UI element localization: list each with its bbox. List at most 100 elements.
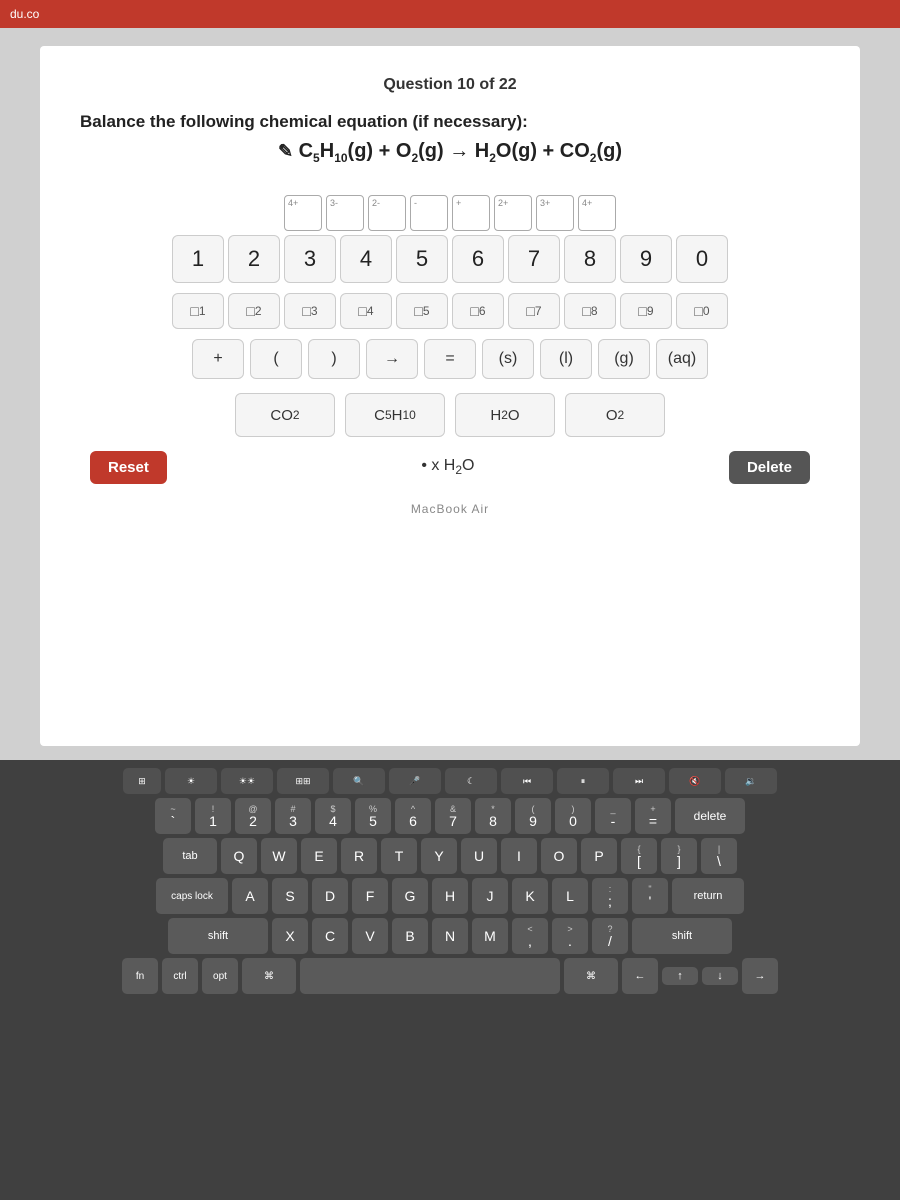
key-8[interactable]: *8	[475, 798, 511, 834]
key-k[interactable]: K	[512, 878, 548, 914]
key-f2[interactable]: ☀☀	[221, 768, 273, 794]
key-bracket-open[interactable]: {[	[621, 838, 657, 874]
num-btn-8[interactable]: 8	[564, 235, 616, 283]
key-arrow-down[interactable]: ↓	[702, 967, 738, 985]
key-slash[interactable]: ?/	[592, 918, 628, 954]
reset-button[interactable]: Reset	[90, 451, 167, 484]
key-w[interactable]: W	[261, 838, 297, 874]
sym-plus[interactable]: +	[192, 339, 244, 379]
key-shift-right[interactable]: shift	[632, 918, 732, 954]
sub-btn-6[interactable]: □6	[452, 293, 504, 329]
key-cmd-right[interactable]: ⌘	[564, 958, 618, 994]
key-arrow-up[interactable]: ↑	[662, 967, 698, 985]
num-btn-6[interactable]: 6	[452, 235, 504, 283]
key-ctrl[interactable]: ctrl	[162, 958, 198, 994]
num-btn-3[interactable]: 3	[284, 235, 336, 283]
coeff-box-4plus[interactable]: 4+	[284, 195, 322, 231]
sub-btn-1[interactable]: □1	[172, 293, 224, 329]
key-t[interactable]: T	[381, 838, 417, 874]
chem-c5h10[interactable]: C5H10	[345, 393, 445, 437]
sub-btn-0[interactable]: □0	[676, 293, 728, 329]
key-1[interactable]: !1	[195, 798, 231, 834]
key-arrow-right[interactable]: →	[742, 958, 778, 994]
key-backslash[interactable]: |\	[701, 838, 737, 874]
key-comma[interactable]: <,	[512, 918, 548, 954]
key-h[interactable]: H	[432, 878, 468, 914]
key-a[interactable]: A	[232, 878, 268, 914]
sym-equals[interactable]: =	[424, 339, 476, 379]
key-u[interactable]: U	[461, 838, 497, 874]
num-btn-7[interactable]: 7	[508, 235, 560, 283]
key-bracket-close[interactable]: }]	[661, 838, 697, 874]
key-f[interactable]: F	[352, 878, 388, 914]
key-4[interactable]: $4	[315, 798, 351, 834]
key-backtick[interactable]: ~`	[155, 798, 191, 834]
key-z[interactable]: X	[272, 918, 308, 954]
num-btn-4[interactable]: 4	[340, 235, 392, 283]
key-caps-lock[interactable]: caps lock	[156, 878, 228, 914]
sub-btn-3[interactable]: □3	[284, 293, 336, 329]
key-cmd-left[interactable]: ⌘	[242, 958, 296, 994]
key-5[interactable]: %5	[355, 798, 391, 834]
key-6[interactable]: ^6	[395, 798, 431, 834]
num-btn-0[interactable]: 0	[676, 235, 728, 283]
key-r[interactable]: R	[341, 838, 377, 874]
key-9[interactable]: (9	[515, 798, 551, 834]
sym-open-paren[interactable]: (	[250, 339, 302, 379]
key-f7[interactable]: ⏮	[501, 768, 553, 794]
key-o[interactable]: O	[541, 838, 577, 874]
coeff-box-2plus[interactable]: 2+	[494, 195, 532, 231]
num-btn-2[interactable]: 2	[228, 235, 280, 283]
key-2[interactable]: @2	[235, 798, 271, 834]
key-i[interactable]: I	[501, 838, 537, 874]
sub-btn-8[interactable]: □8	[564, 293, 616, 329]
key-f5[interactable]: 🎤	[389, 768, 441, 794]
sub-btn-4[interactable]: □4	[340, 293, 392, 329]
key-option[interactable]: opt	[202, 958, 238, 994]
key-delete[interactable]: delete	[675, 798, 745, 834]
coeff-box-plus[interactable]: +	[452, 195, 490, 231]
key-f4[interactable]: 🔍	[333, 768, 385, 794]
chem-co2[interactable]: CO2	[235, 393, 335, 437]
sym-arrow[interactable]: →	[366, 339, 418, 379]
key-l[interactable]: L	[552, 878, 588, 914]
num-btn-1[interactable]: 1	[172, 235, 224, 283]
coeff-box-3minus[interactable]: 3-	[326, 195, 364, 231]
key-0[interactable]: )0	[555, 798, 591, 834]
sub-btn-7[interactable]: □7	[508, 293, 560, 329]
delete-button[interactable]: Delete	[729, 451, 810, 484]
key-space[interactable]	[300, 958, 560, 994]
key-s[interactable]: S	[272, 878, 308, 914]
key-equals[interactable]: +=	[635, 798, 671, 834]
key-f11[interactable]: 🔉	[725, 768, 777, 794]
key-period[interactable]: >.	[552, 918, 588, 954]
chem-h2o[interactable]: H2O	[455, 393, 555, 437]
coeff-box-minus[interactable]: -	[410, 195, 448, 231]
key-semicolon[interactable]: :;	[592, 878, 628, 914]
key-f1[interactable]: ☀	[165, 768, 217, 794]
key-arrow-left[interactable]: ←	[622, 958, 658, 994]
key-quote[interactable]: "'	[632, 878, 668, 914]
key-n[interactable]: M	[472, 918, 508, 954]
coeff-box-2minus[interactable]: 2-	[368, 195, 406, 231]
sym-solid[interactable]: (s)	[482, 339, 534, 379]
key-j[interactable]: J	[472, 878, 508, 914]
key-f6[interactable]: ☾	[445, 768, 497, 794]
sub-btn-5[interactable]: □5	[396, 293, 448, 329]
key-fn[interactable]: fn	[122, 958, 158, 994]
sub-btn-2[interactable]: □2	[228, 293, 280, 329]
key-tab[interactable]: tab	[163, 838, 217, 874]
key-q[interactable]: Q	[221, 838, 257, 874]
key-f3[interactable]: ⊞⊞	[277, 768, 329, 794]
key-v[interactable]: B	[392, 918, 428, 954]
key-shift-left[interactable]: shift	[168, 918, 268, 954]
key-3[interactable]: #3	[275, 798, 311, 834]
key-g[interactable]: G	[392, 878, 428, 914]
key-p[interactable]: P	[581, 838, 617, 874]
key-f8[interactable]: ⏸	[557, 768, 609, 794]
key-return[interactable]: return	[672, 878, 744, 914]
sym-liquid[interactable]: (l)	[540, 339, 592, 379]
coeff-box-4plusplus[interactable]: 4+	[578, 195, 616, 231]
sub-btn-9[interactable]: □9	[620, 293, 672, 329]
key-minus[interactable]: _-	[595, 798, 631, 834]
